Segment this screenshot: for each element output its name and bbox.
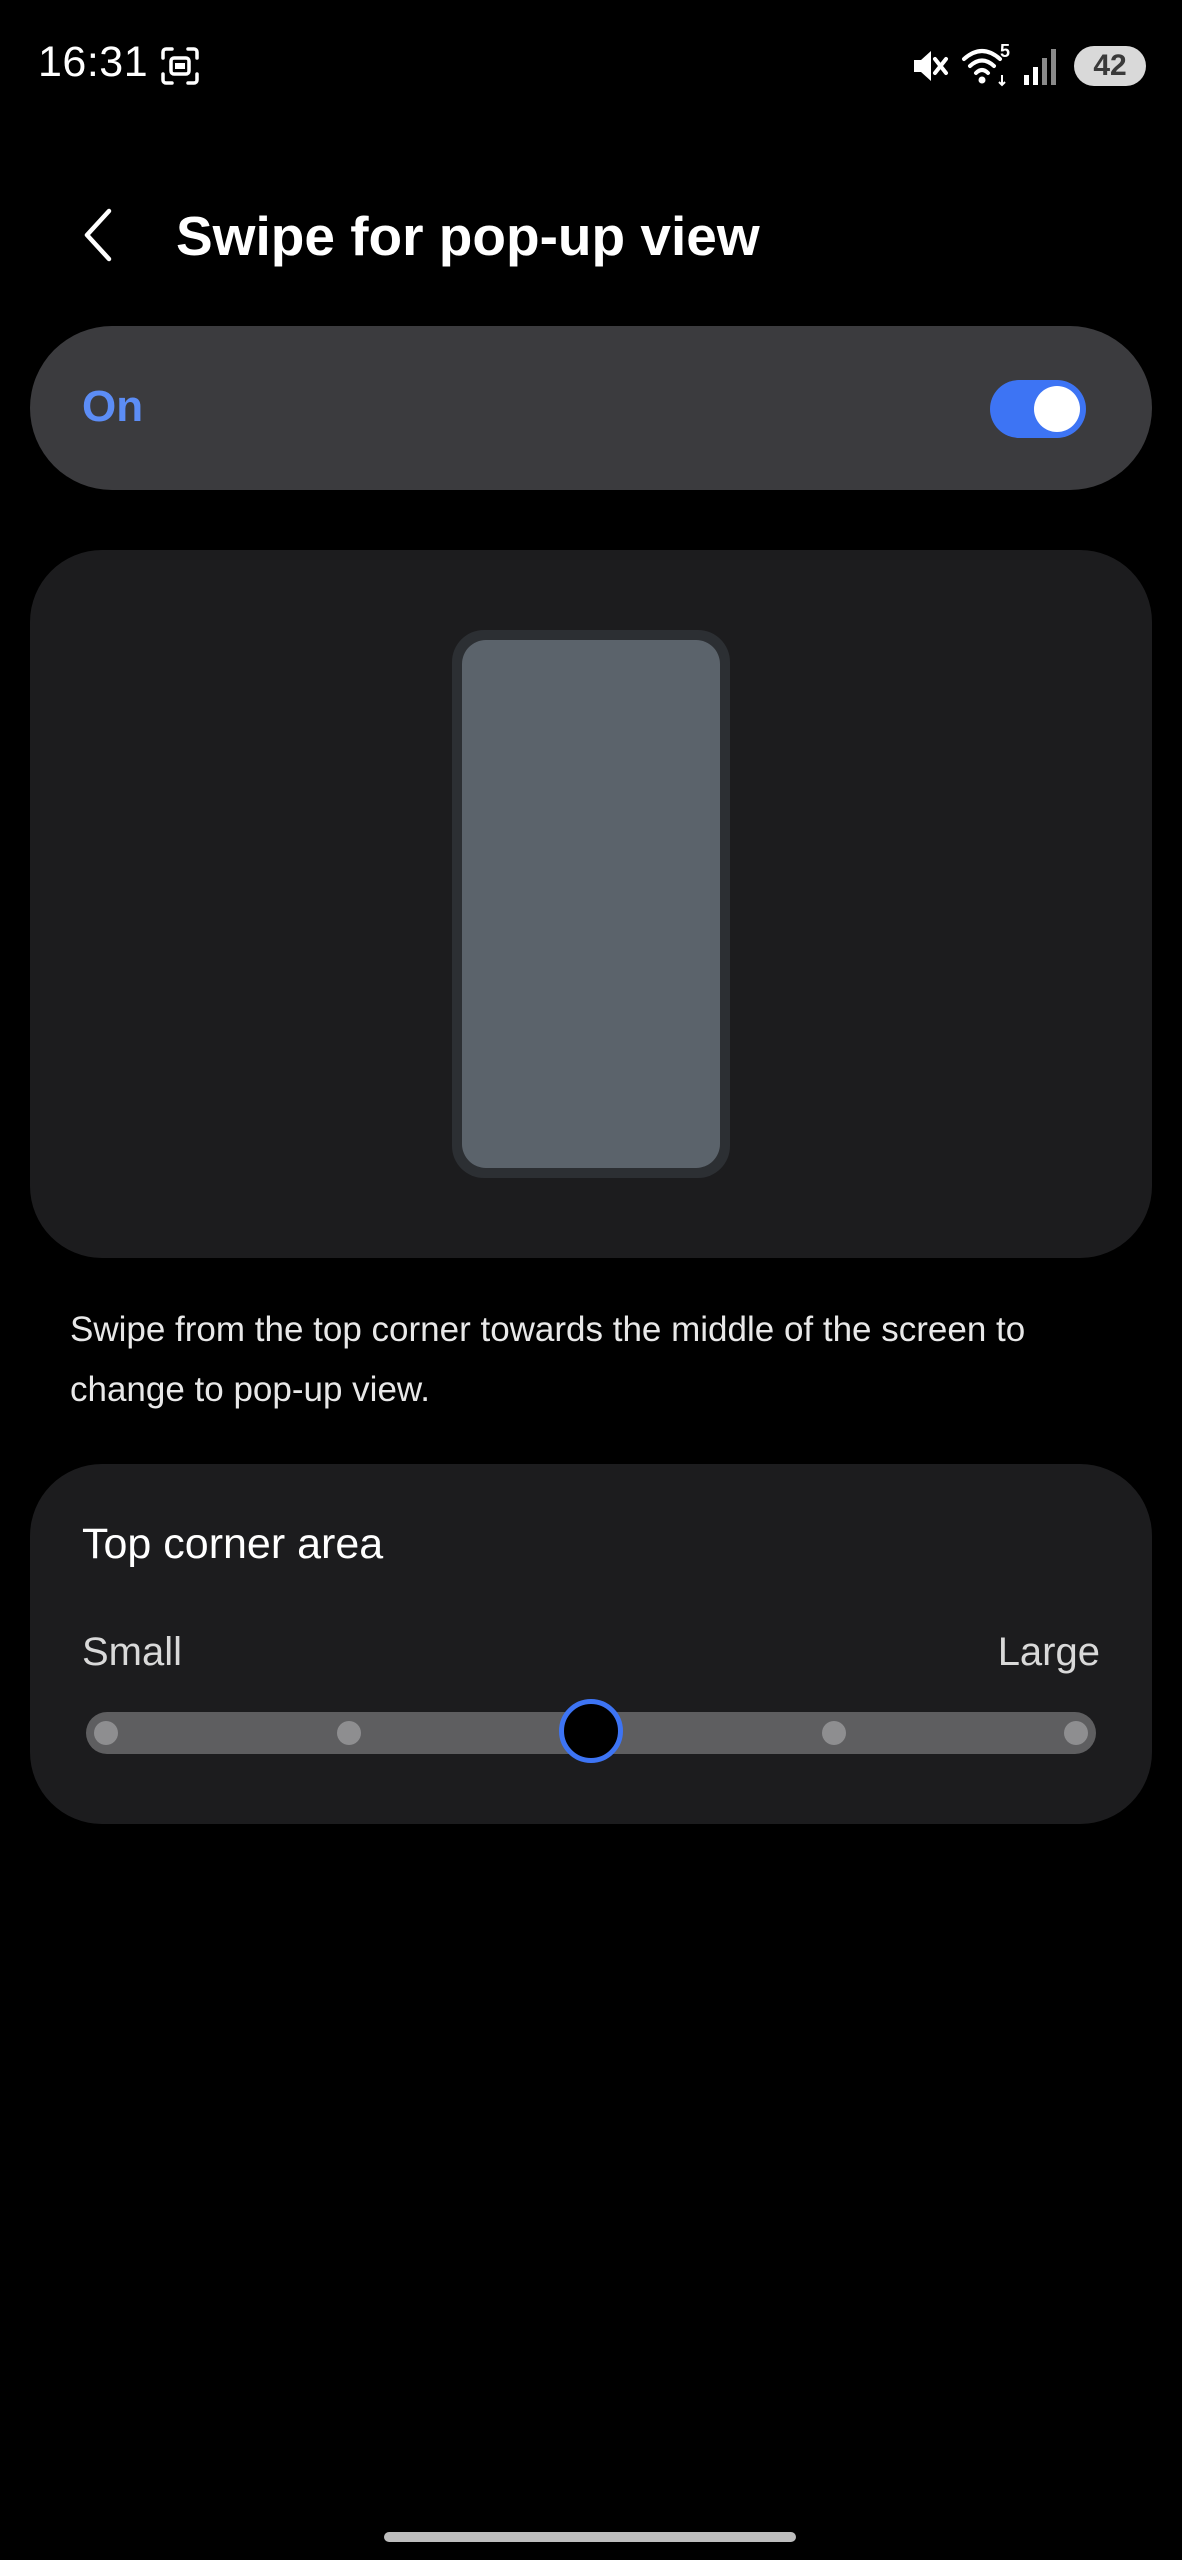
status-bar: 16:31 5 42 xyxy=(0,0,1182,140)
page-title: Swipe for pop-up view xyxy=(176,205,760,267)
status-time: 16:31 xyxy=(38,38,149,86)
corner-area-card: Top corner area Small Large xyxy=(30,1464,1152,1824)
status-icons: 5 42 xyxy=(908,41,1146,88)
master-switch-label: On xyxy=(82,382,144,431)
slider-tick xyxy=(821,1721,846,1745)
slider-max-label: Large xyxy=(997,1630,1100,1674)
corner-area-slider[interactable] xyxy=(86,1699,1096,1763)
master-toggle[interactable] xyxy=(990,380,1086,438)
screenshot-icon xyxy=(160,46,200,86)
slider-tick xyxy=(94,1721,118,1745)
wifi-badge: 5 xyxy=(999,41,1010,61)
chevron-left-icon xyxy=(84,208,112,262)
phone-illustration-screen xyxy=(462,640,720,1168)
back-button[interactable] xyxy=(64,200,134,270)
illustration-card xyxy=(30,550,1152,1258)
slider-tick xyxy=(336,1721,361,1745)
phone-illustration xyxy=(452,630,730,1178)
signal-icon xyxy=(1022,45,1058,87)
wifi-icon: 5 xyxy=(960,41,1012,87)
mute-icon xyxy=(908,45,950,87)
gesture-bar[interactable] xyxy=(384,2532,796,2542)
header: Swipe for pop-up view xyxy=(0,180,1182,290)
toggle-knob xyxy=(1034,386,1080,432)
corner-area-title: Top corner area xyxy=(82,1520,384,1568)
slider-tick xyxy=(1064,1721,1088,1745)
description-text: Swipe from the top corner towards the mi… xyxy=(70,1310,1026,1409)
battery-indicator: 42 xyxy=(1074,46,1146,86)
slider-thumb[interactable] xyxy=(559,1699,623,1763)
master-switch-row[interactable]: On xyxy=(30,326,1152,490)
slider-min-label: Small xyxy=(82,1630,183,1674)
